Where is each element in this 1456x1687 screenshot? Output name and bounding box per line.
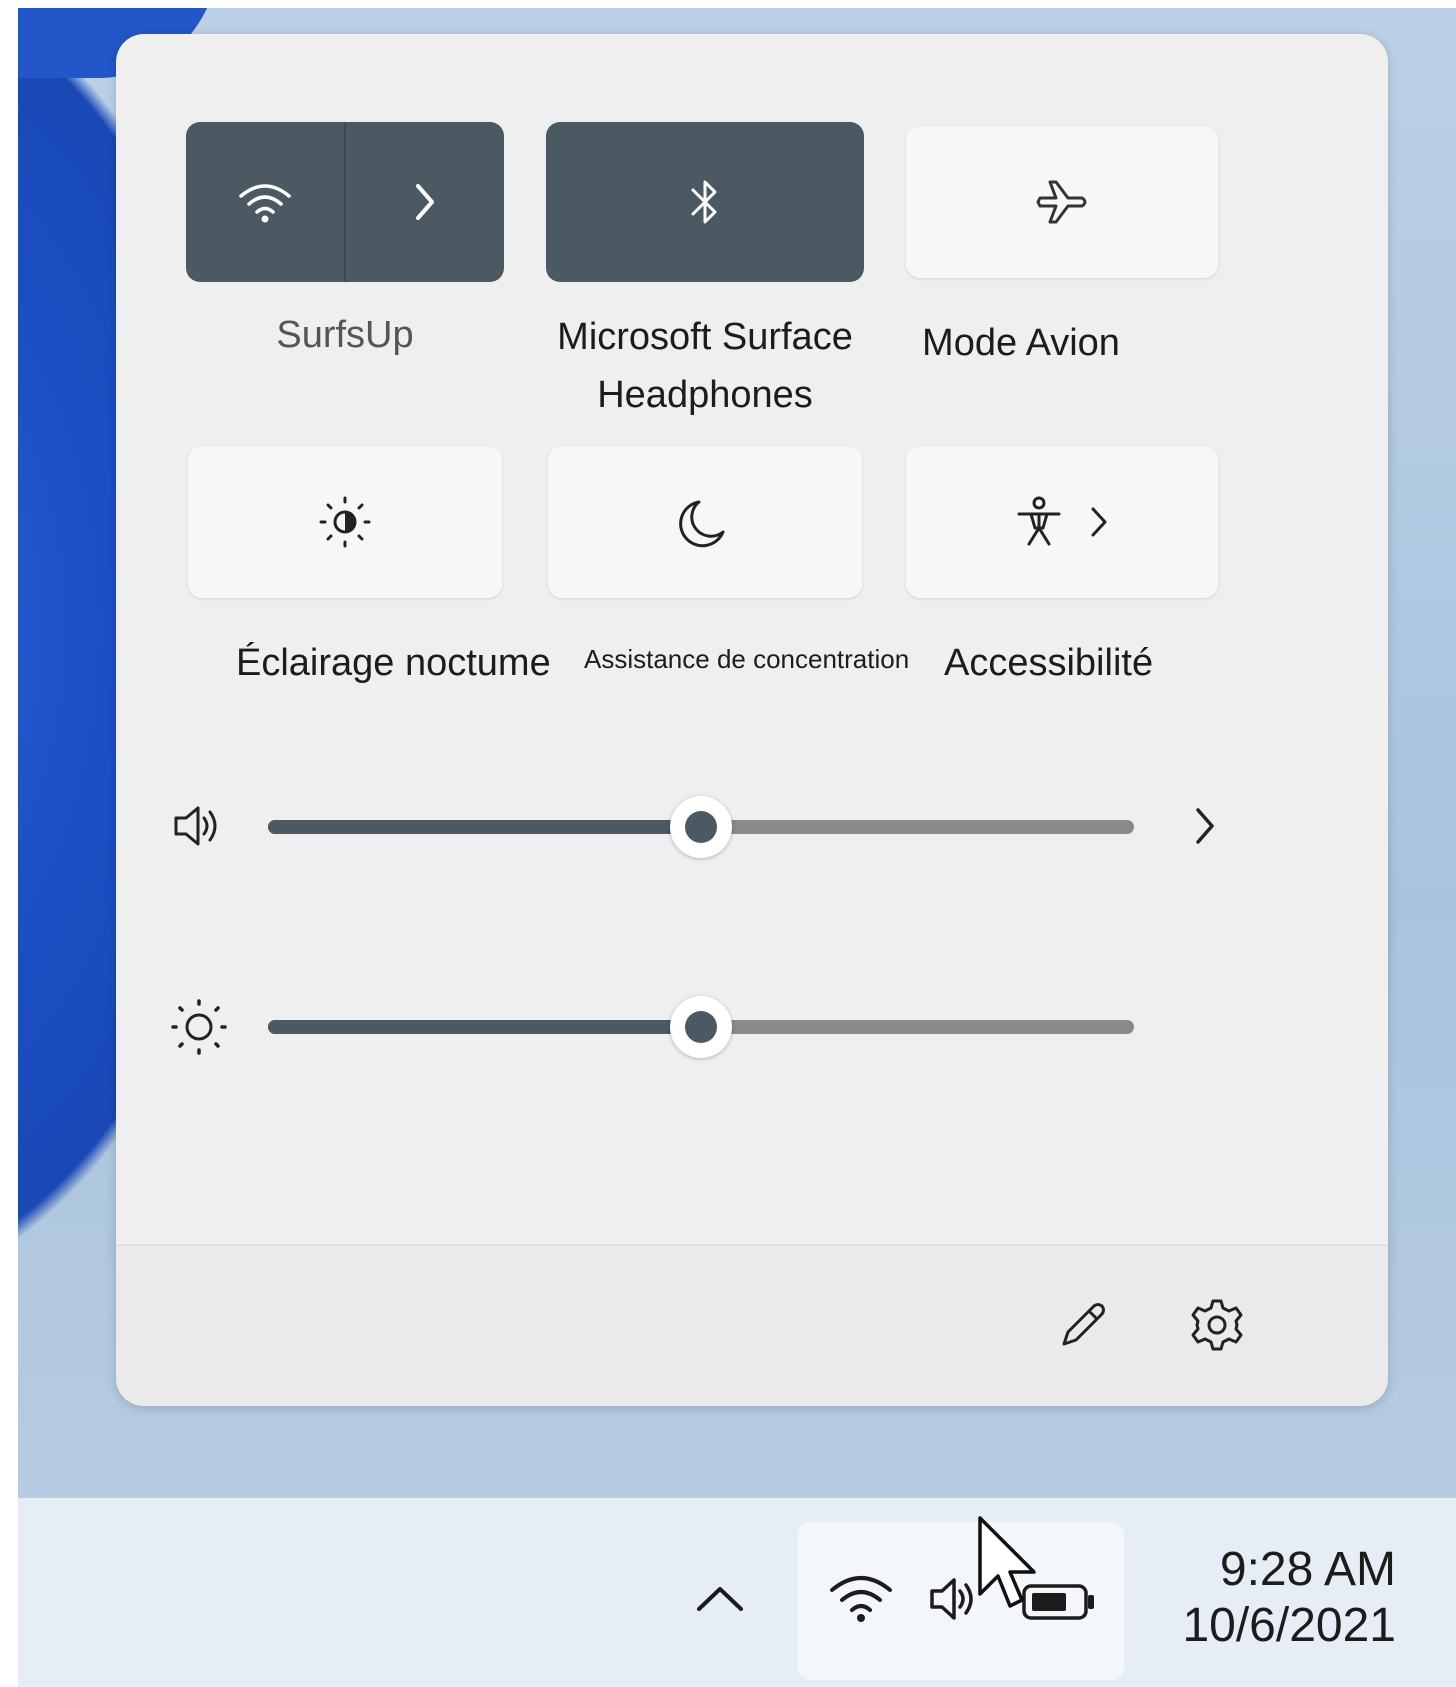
pencil-icon	[1062, 1303, 1105, 1346]
system-tray-quick-settings-button[interactable]	[798, 1516, 1124, 1680]
airplane-mode-label: Mode Avion	[922, 322, 1120, 364]
brightness-slider-fill	[268, 1020, 701, 1034]
audio-output-button[interactable]	[1180, 796, 1230, 856]
night-light-label: Éclairage noctume	[236, 642, 551, 684]
focus-assist-label: Assistance de concentration	[584, 644, 910, 674]
wifi-toggle[interactable]	[186, 122, 344, 282]
brightness-icon-area	[168, 996, 230, 1058]
wifi-tile[interactable]	[186, 122, 504, 282]
sun-icon	[171, 999, 227, 1055]
taskbar-date[interactable]: 10/6/2021	[1182, 1598, 1396, 1653]
bluetooth-label-line1: Microsoft Surface	[557, 316, 853, 358]
taskbar-time[interactable]: 9:28 AM	[1220, 1542, 1396, 1597]
airplane-icon	[1036, 180, 1087, 224]
edit-quick-settings-button[interactable]	[1048, 1290, 1118, 1360]
wifi-icon	[239, 184, 291, 223]
accessibility-icon	[1017, 496, 1061, 546]
chevron-right-icon	[416, 184, 434, 220]
chevron-up-icon	[697, 1587, 743, 1611]
quick-settings-panel: SurfsUp Microsoft Surface Headphones Mod…	[116, 34, 1388, 1406]
moon-icon	[679, 500, 725, 548]
chevron-right-icon	[1196, 808, 1214, 844]
night-light-tile[interactable]	[188, 446, 502, 598]
volume-mute-button[interactable]	[168, 796, 228, 856]
quick-settings-footer	[116, 1244, 1388, 1406]
brightness-slider-thumb[interactable]	[670, 996, 732, 1058]
airplane-mode-tile[interactable]	[906, 126, 1218, 278]
volume-slider-thumb[interactable]	[670, 796, 732, 858]
speaker-icon	[174, 806, 217, 846]
volume-slider[interactable]	[268, 796, 1134, 858]
settings-button[interactable]	[1182, 1290, 1252, 1360]
accessibility-tile[interactable]	[906, 446, 1218, 598]
wifi-label: SurfsUp	[276, 314, 414, 356]
focus-assist-tile[interactable]	[548, 446, 862, 598]
gear-icon	[1191, 1299, 1243, 1351]
wifi-icon	[830, 1576, 892, 1622]
volume-slider-fill	[268, 820, 701, 834]
accessibility-label: Accessibilité	[944, 642, 1154, 684]
chevron-right-icon	[1091, 507, 1107, 537]
brightness-slider[interactable]	[268, 996, 1134, 1058]
bluetooth-tile[interactable]	[546, 122, 864, 282]
show-hidden-icons-button[interactable]	[690, 1568, 750, 1628]
wifi-expand-button[interactable]	[346, 122, 504, 282]
bluetooth-icon	[691, 180, 717, 224]
night-light-icon	[319, 496, 371, 548]
bluetooth-label-line2: Headphones	[597, 374, 813, 416]
mouse-cursor-icon	[978, 1516, 1036, 1608]
